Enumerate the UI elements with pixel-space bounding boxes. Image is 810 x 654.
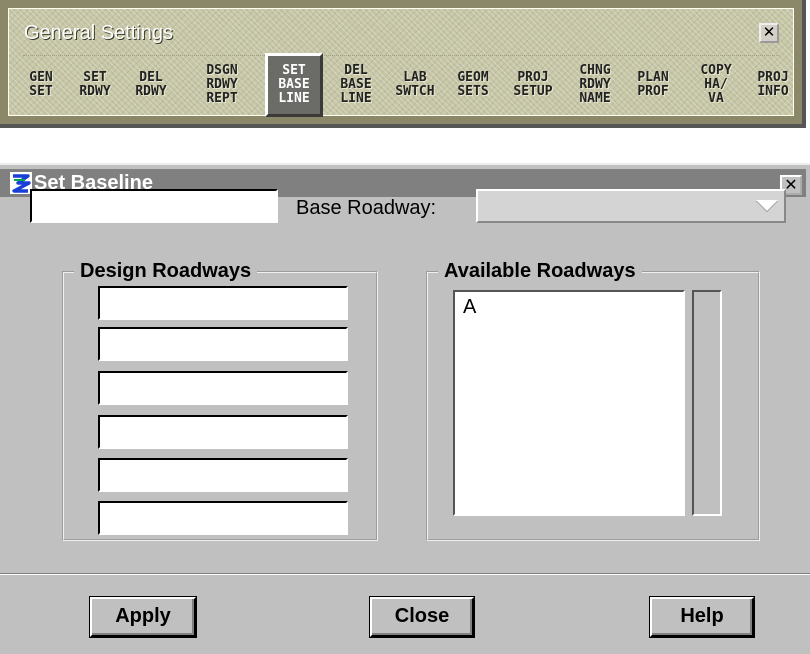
toolbar-title: General Settings	[24, 22, 173, 44]
toolbar-button-row: GEN SET SET RDWY DEL RDWY DSGN RDWY REPT…	[18, 50, 808, 122]
proj-setup-label: PROJ SETUP	[513, 70, 553, 99]
design-roadway-input-6[interactable]	[98, 501, 348, 535]
dsgn-rdwy-rept-button[interactable]: DSGN RDWY REPT	[178, 50, 266, 120]
toolbar-close-button[interactable]: ✕	[759, 23, 779, 43]
help-button[interactable]: Help	[649, 596, 755, 638]
close-button[interactable]: Close	[369, 596, 475, 638]
copy-ha-va-label: COPY HA/ VA	[700, 63, 732, 106]
proj-info-label: PROJ INFO	[757, 70, 789, 99]
design-roadways-legend: Design Roadways	[74, 259, 258, 283]
set-base-line-button[interactable]: SET BASE LINE	[265, 53, 323, 117]
del-base-line-button[interactable]: DEL BASE LINE	[328, 50, 384, 120]
dialog-button-divider	[0, 573, 810, 575]
gen-set-label: GEN SET	[29, 70, 53, 99]
available-roadways-legend: Available Roadways	[438, 259, 642, 283]
general-settings-toolbar: General Settings ✕ GEN SET SET RDWY DEL …	[0, 0, 806, 128]
chng-rdwy-name-button[interactable]: CHNG RDWY NAME	[564, 50, 626, 120]
apply-button[interactable]: Apply	[89, 596, 197, 638]
chng-rdwy-name-label: CHNG RDWY NAME	[579, 63, 611, 106]
design-roadway-input-4[interactable]	[98, 415, 348, 449]
del-rdwy-button[interactable]: DEL RDWY	[125, 50, 177, 120]
set-base-line-label: SET BASE LINE	[278, 63, 310, 106]
proj-setup-button[interactable]: PROJ SETUP	[502, 50, 564, 120]
dsgn-rdwy-rept-label: DSGN RDWY REPT	[206, 63, 238, 106]
design-roadway-input-3[interactable]	[98, 371, 348, 405]
list-item[interactable]: A	[463, 296, 476, 319]
design-roadway-input-1[interactable]	[98, 286, 348, 320]
set-rdwy-label: SET RDWY	[79, 70, 111, 99]
baseline-name-field[interactable]	[30, 189, 278, 223]
plan-prof-label: PLAN PROF	[637, 70, 669, 99]
geom-sets-button[interactable]: GEOM SETS	[446, 50, 500, 120]
del-rdwy-label: DEL RDWY	[135, 70, 167, 99]
gen-set-button[interactable]: GEN SET	[18, 50, 64, 120]
app-logo-icon	[10, 172, 32, 194]
design-roadway-input-5[interactable]	[98, 458, 348, 492]
close-icon: ✕	[784, 175, 798, 194]
available-roadways-scrollbar[interactable]	[692, 290, 722, 516]
lab-swtch-button[interactable]: LAB SWTCH	[384, 50, 446, 120]
lab-swtch-label: LAB SWTCH	[395, 70, 435, 99]
copy-ha-va-button[interactable]: COPY HA/ VA	[682, 50, 750, 120]
set-baseline-dialog: Set Baseline ✕ Base Roadway: Design Road…	[0, 163, 810, 654]
set-rdwy-button[interactable]: SET RDWY	[66, 50, 124, 120]
base-roadway-dropdown[interactable]	[476, 189, 786, 223]
base-roadway-label: Base Roadway:	[296, 197, 437, 219]
design-roadway-input-2[interactable]	[98, 327, 348, 361]
close-icon: ✕	[762, 23, 776, 41]
proj-info-button[interactable]: PROJ INFO	[748, 50, 798, 120]
del-base-line-label: DEL BASE LINE	[340, 63, 372, 106]
chevron-down-icon	[756, 200, 778, 211]
geom-sets-label: GEOM SETS	[457, 70, 489, 99]
available-roadways-list[interactable]: A	[453, 290, 685, 516]
plan-prof-button[interactable]: PLAN PROF	[626, 50, 680, 120]
